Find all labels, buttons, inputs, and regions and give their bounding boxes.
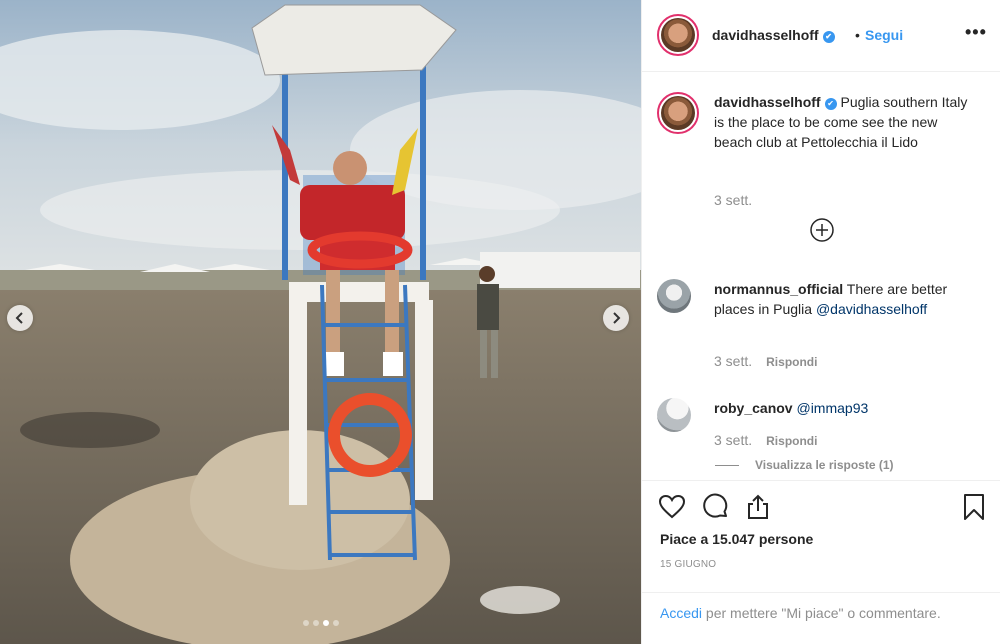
- likes-count[interactable]: Piace a 15.047 persone: [660, 531, 813, 547]
- comment-item: normannus_official There are better plac…: [657, 279, 987, 379]
- load-more-icon[interactable]: [809, 217, 835, 243]
- chevron-left-icon: [15, 312, 23, 324]
- share-icon[interactable]: [744, 493, 772, 521]
- instagram-post: davidhasselhoff ✔ • Segui ••• davidhassel…: [0, 0, 1000, 644]
- verified-icon: ✔: [824, 98, 837, 110]
- chevron-right-icon: [613, 312, 621, 324]
- carousel-dot: [312, 620, 319, 626]
- author-username[interactable]: davidhasselhoff ✔: [712, 27, 835, 43]
- caption-time[interactable]: 3 sett.: [714, 192, 752, 208]
- post-photo: [0, 0, 641, 644]
- author-avatar[interactable]: [657, 14, 699, 56]
- post-header: davidhasselhoff ✔ • Segui •••: [642, 0, 1000, 72]
- carousel-indicator: [0, 620, 641, 626]
- reply-button[interactable]: Rispondi: [766, 355, 817, 369]
- view-replies-button[interactable]: Visualizza le risposte (1): [715, 458, 894, 472]
- post-media[interactable]: [0, 0, 641, 644]
- commenter-avatar[interactable]: [657, 398, 691, 432]
- login-link[interactable]: Accedi: [660, 605, 702, 621]
- carousel-dot: [302, 620, 309, 626]
- post-date[interactable]: 15 GIUGNO: [660, 559, 716, 570]
- heart-icon[interactable]: [658, 493, 686, 521]
- more-icon[interactable]: •••: [965, 22, 987, 43]
- caption-username[interactable]: davidhasselhoff: [714, 94, 821, 110]
- comment-time[interactable]: 3 sett.: [714, 353, 752, 369]
- login-prompt: Accedi per mettere "Mi piace" o commenta…: [642, 592, 1000, 644]
- header-separator: •: [855, 27, 860, 43]
- caption-avatar[interactable]: [657, 92, 699, 134]
- comment-time[interactable]: 3 sett.: [714, 432, 752, 448]
- comment-mention[interactable]: @immap93: [796, 400, 868, 416]
- commenter-username[interactable]: roby_canov: [714, 400, 793, 416]
- follow-button[interactable]: Segui: [865, 27, 903, 43]
- comment-mention[interactable]: @davidhasselhoff: [816, 301, 927, 317]
- login-prompt-text: per mettere "Mi piace" o commentare.: [705, 605, 941, 621]
- commenter-username[interactable]: normannus_official: [714, 281, 843, 297]
- reply-button[interactable]: Rispondi: [766, 434, 817, 448]
- bookmark-icon[interactable]: [960, 493, 988, 521]
- comments-section: davidhasselhoff ✔ Puglia southern Italy i…: [642, 72, 1000, 480]
- next-photo-button[interactable]: [603, 305, 629, 331]
- post-sidebar: davidhasselhoff ✔ • Segui ••• davidhassel…: [641, 0, 1000, 644]
- commenter-avatar[interactable]: [657, 279, 691, 313]
- caption: davidhasselhoff ✔ Puglia southern Italy i…: [657, 92, 987, 212]
- verified-icon: ✔: [822, 31, 835, 43]
- previous-photo-button[interactable]: [7, 305, 33, 331]
- action-bar: Piace a 15.047 persone 15 GIUGNO: [642, 480, 1000, 570]
- carousel-dot: [332, 620, 339, 626]
- comment-icon[interactable]: [702, 493, 730, 521]
- carousel-dot-active: [322, 620, 329, 626]
